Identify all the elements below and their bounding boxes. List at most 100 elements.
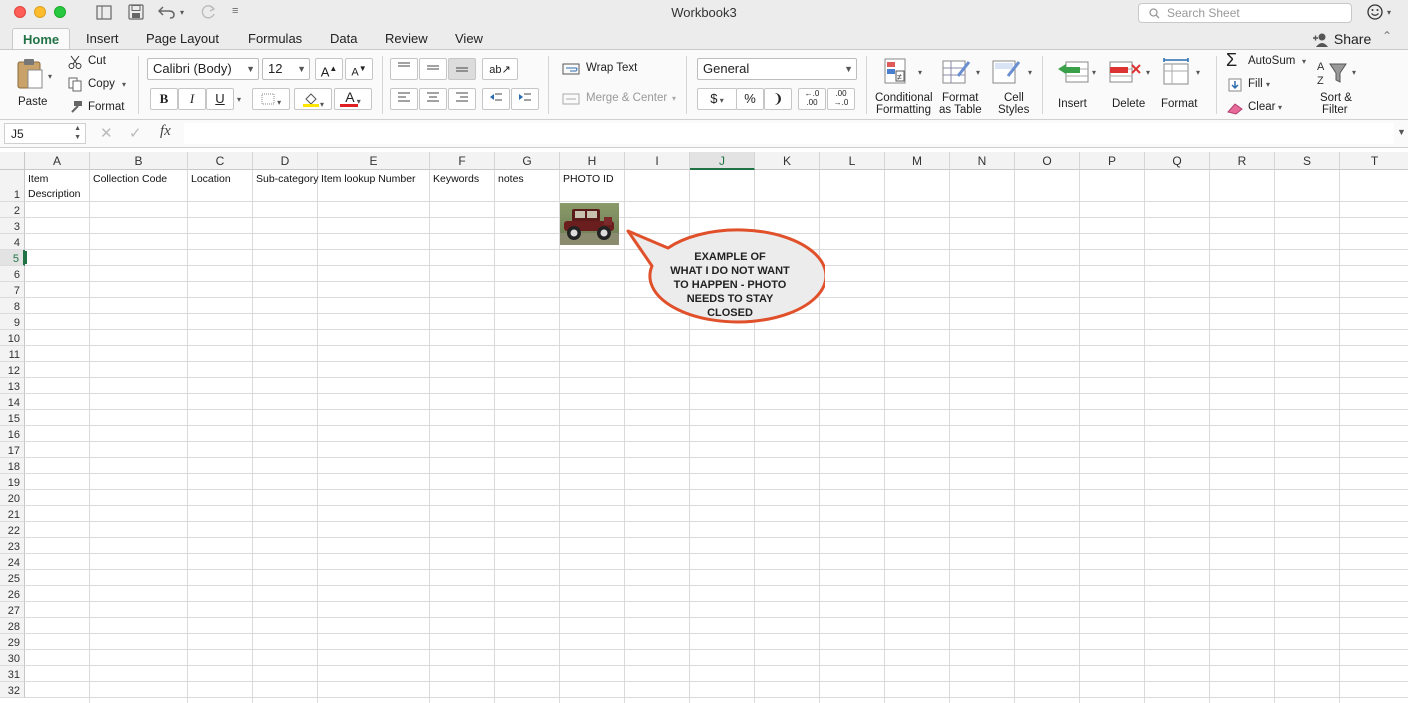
conditional-formatting-button[interactable]: ≠ ▾ Conditional Formatting [872, 56, 936, 118]
tab-insert[interactable]: Insert [76, 28, 129, 50]
row-header-15[interactable]: 15 [0, 410, 25, 426]
row-header-17[interactable]: 17 [0, 442, 25, 458]
column-header-e[interactable]: E [318, 152, 430, 170]
fill-color-button[interactable]: ▾ [294, 88, 332, 110]
cell-d1[interactable]: Sub-category [256, 172, 318, 186]
align-left-button[interactable] [390, 88, 418, 110]
worksheet-grid[interactable]: ABCDEFGHIJKLMNOPQRST 1 2 3 4 5 6 7 8 9 10 11 12 13 14… [0, 152, 1408, 703]
decrease-indent-button[interactable] [482, 88, 510, 110]
tab-formulas[interactable]: Formulas [238, 28, 312, 50]
increase-indent-button[interactable] [511, 88, 539, 110]
row-header-16[interactable]: 16 [0, 426, 25, 442]
row-header-6[interactable]: 6 [0, 266, 25, 282]
increase-decimal-button[interactable]: ←.0.00 [798, 88, 826, 110]
column-header-h[interactable]: H [560, 152, 625, 170]
column-header-m[interactable]: M [885, 152, 950, 170]
cell-e1[interactable]: Item lookup Number [321, 172, 416, 186]
insert-function-button[interactable]: fx [160, 123, 171, 140]
feedback-dropdown-icon[interactable]: ▾ [1387, 8, 1391, 17]
row-header-9[interactable]: 9 [0, 314, 25, 330]
smiley-feedback-icon[interactable] [1367, 4, 1383, 20]
format-cells-button[interactable]: ▾ Format [1158, 56, 1208, 118]
column-header-c[interactable]: C [188, 152, 253, 170]
row-header-8[interactable]: 8 [0, 298, 25, 314]
column-header-g[interactable]: G [495, 152, 560, 170]
decrease-font-size-button[interactable]: A▼ [345, 58, 373, 80]
paste-button[interactable]: ▾ Paste [12, 56, 56, 114]
row-header-5[interactable]: 5 [0, 250, 25, 266]
align-middle-button[interactable] [419, 58, 447, 80]
row-header-11[interactable]: 11 [0, 346, 25, 362]
expand-formula-bar-icon[interactable]: ▼ [1397, 127, 1406, 137]
cell-b1[interactable]: Collection Code [93, 172, 167, 186]
vintage-car-photo[interactable] [560, 203, 619, 245]
search-sheet-field[interactable]: Search Sheet [1138, 3, 1352, 23]
tab-page-layout[interactable]: Page Layout [136, 28, 229, 50]
align-center-button[interactable] [419, 88, 447, 110]
paste-dropdown-icon[interactable]: ▾ [48, 72, 52, 81]
delete-cells-button[interactable]: ▾ Delete [1106, 56, 1156, 118]
column-header-a[interactable]: A [25, 152, 90, 170]
column-header-l[interactable]: L [820, 152, 885, 170]
column-header-t[interactable]: T [1340, 152, 1408, 170]
insert-cells-button[interactable]: ▾ Insert [1052, 56, 1102, 118]
row-header-21[interactable]: 21 [0, 506, 25, 522]
row-header-24[interactable]: 24 [0, 554, 25, 570]
align-right-button[interactable] [448, 88, 476, 110]
number-format-dropdown[interactable]: General ▼ [697, 58, 857, 80]
row-header-13[interactable]: 13 [0, 378, 25, 394]
tab-data[interactable]: Data [320, 28, 367, 50]
currency-button[interactable]: $ ▾ [697, 88, 737, 110]
cancel-entry-icon[interactable]: ✕ [100, 124, 113, 142]
decrease-decimal-button[interactable]: .00 →.0 [827, 88, 855, 110]
cell-f1[interactable]: Keywords [433, 172, 479, 186]
row-header-30[interactable]: 30 [0, 650, 25, 666]
cell-a1-line2[interactable]: Description [28, 187, 81, 201]
format-as-table-button[interactable]: ▾ Format as Table [938, 56, 986, 118]
collapse-ribbon-icon[interactable]: ⌃ [1382, 29, 1392, 43]
row-header-32[interactable]: 32 [0, 682, 25, 698]
row-header-1[interactable]: 1 [0, 170, 25, 202]
font-size-dropdown[interactable]: 12 ▼ [262, 58, 310, 80]
row-header-3[interactable]: 3 [0, 218, 25, 234]
row-header-31[interactable]: 31 [0, 666, 25, 682]
row-header-23[interactable]: 23 [0, 538, 25, 554]
row-header-2[interactable]: 2 [0, 202, 25, 218]
column-header-p[interactable]: P [1080, 152, 1145, 170]
cell-g1[interactable]: notes [498, 172, 524, 186]
column-header-o[interactable]: O [1015, 152, 1080, 170]
font-color-button[interactable]: A ▾ [334, 88, 372, 110]
column-header-d[interactable]: D [253, 152, 318, 170]
row-header-14[interactable]: 14 [0, 394, 25, 410]
name-box-stepper-icon[interactable]: ▲ ▼ [74, 124, 81, 142]
tab-home[interactable]: Home [12, 28, 71, 50]
row-header-12[interactable]: 12 [0, 362, 25, 378]
cell-a1-line1[interactable]: Item [28, 172, 48, 186]
borders-button[interactable]: ▾ [252, 88, 290, 110]
underline-button[interactable]: U [206, 88, 234, 110]
row-header-25[interactable]: 25 [0, 570, 25, 586]
column-header-b[interactable]: B [90, 152, 188, 170]
align-top-button[interactable] [390, 58, 418, 80]
row-header-18[interactable]: 18 [0, 458, 25, 474]
column-header-f[interactable]: F [430, 152, 495, 170]
row-header-28[interactable]: 28 [0, 618, 25, 634]
column-header-i[interactable]: I [625, 152, 690, 170]
align-bottom-button[interactable] [448, 58, 476, 80]
row-header-26[interactable]: 26 [0, 586, 25, 602]
column-header-q[interactable]: Q [1145, 152, 1210, 170]
tab-view[interactable]: View [445, 28, 493, 50]
row-header-20[interactable]: 20 [0, 490, 25, 506]
italic-button[interactable]: I [178, 88, 206, 110]
sort-filter-button[interactable]: AZ ▾ Sort & Filter [1312, 56, 1364, 118]
select-all-corner[interactable] [0, 152, 25, 170]
row-header-7[interactable]: 7 [0, 282, 25, 298]
row-header-19[interactable]: 19 [0, 474, 25, 490]
orientation-button[interactable]: ab↗ [482, 58, 518, 80]
percent-button[interactable]: % [736, 88, 764, 110]
column-header-r[interactable]: R [1210, 152, 1275, 170]
cell-c1[interactable]: Location [191, 172, 231, 186]
copy-dropdown-icon[interactable]: ▾ [122, 80, 126, 89]
column-header-j[interactable]: J [690, 152, 755, 170]
column-header-n[interactable]: N [950, 152, 1015, 170]
